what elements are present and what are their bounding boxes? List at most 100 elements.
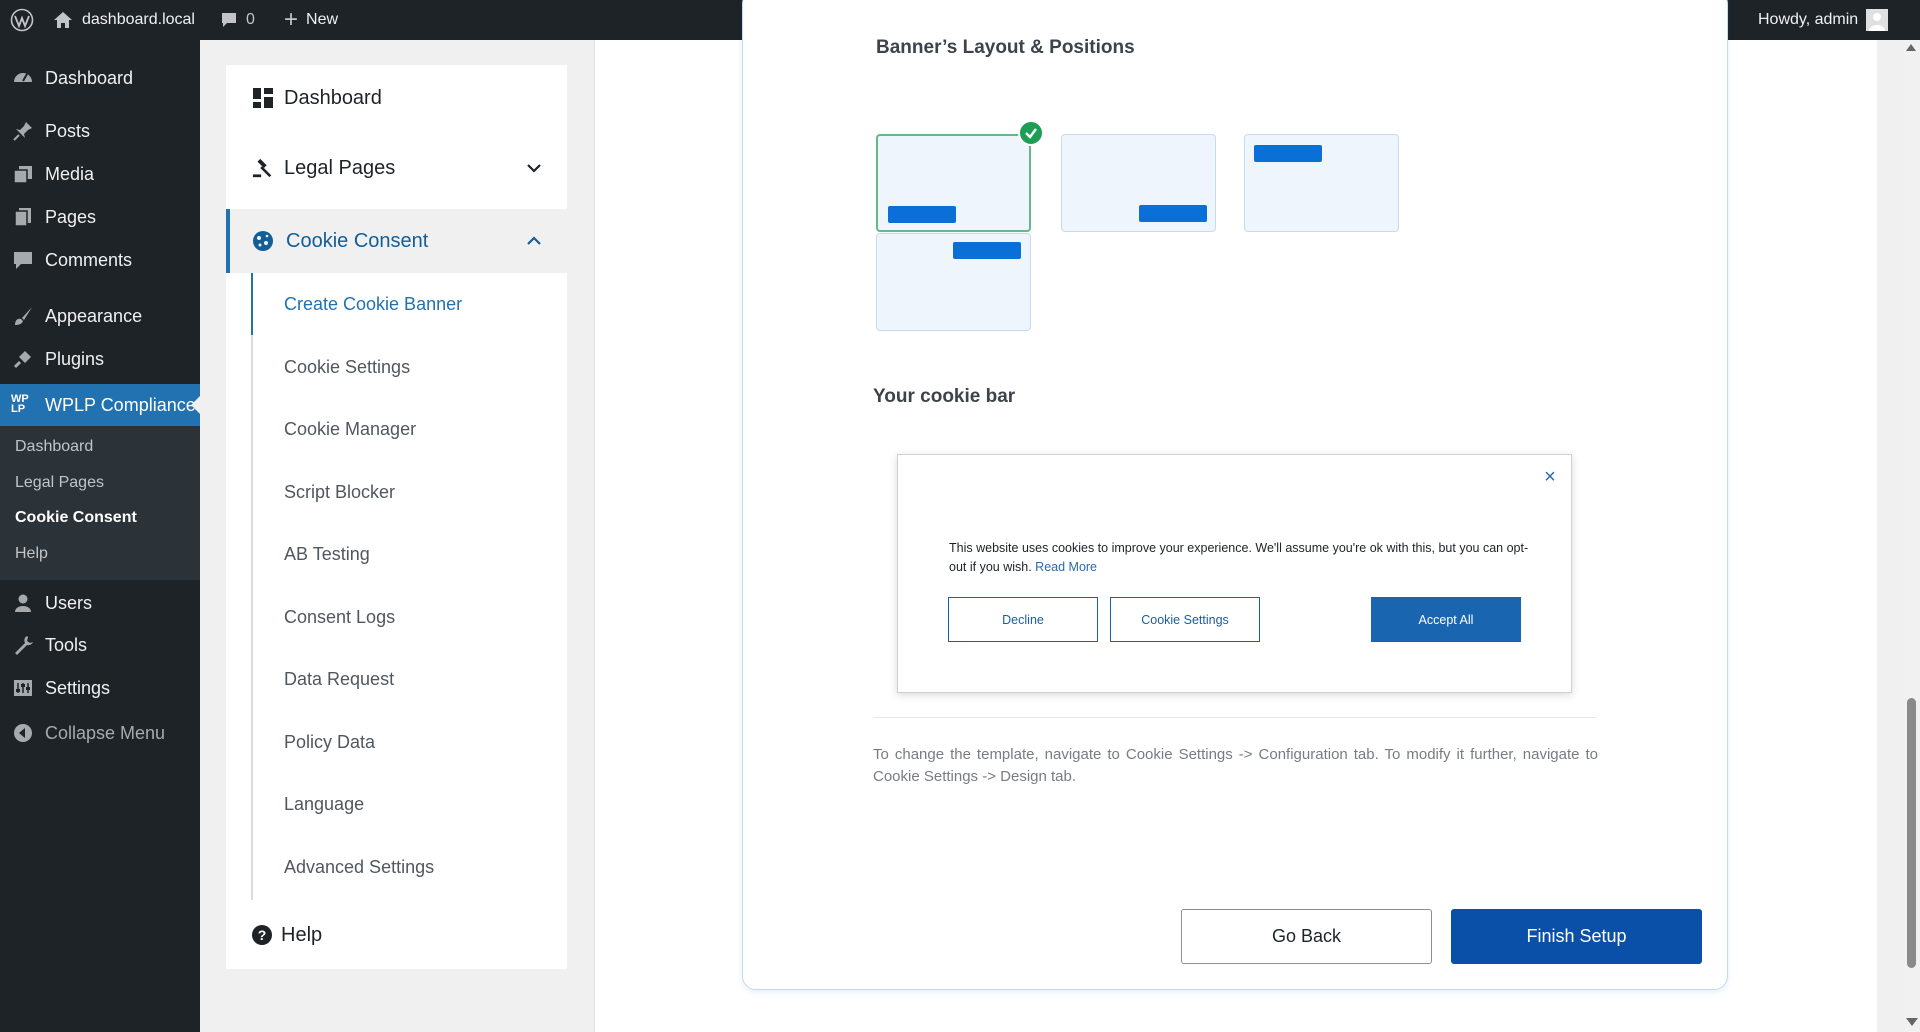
info-text: To change the template, navigate to Cook… xyxy=(873,746,1598,785)
menu-media[interactable]: Media xyxy=(0,157,200,191)
menu-comments[interactable]: Comments xyxy=(0,243,200,277)
menu-appearance[interactable]: Appearance xyxy=(0,299,200,333)
plugin-nav-dashboard[interactable]: Dashboard xyxy=(226,73,567,123)
layout-bar xyxy=(1254,145,1322,162)
plugin-sub-create-cookie-banner[interactable]: Create Cookie Banner xyxy=(284,294,462,315)
submenu-help[interactable]: Help xyxy=(15,545,48,563)
plugin-nav-panel: Dashboard Legal Pages Cookie Consent Cre… xyxy=(226,65,567,969)
layout-bar xyxy=(888,206,956,223)
plugin-nav-label: Legal Pages xyxy=(284,156,396,179)
layout-bar xyxy=(1139,205,1207,222)
plus-icon: + xyxy=(284,6,299,33)
plugin-sub-ab-testing[interactable]: AB Testing xyxy=(284,544,370,565)
plugin-nav-label: Cookie Consent xyxy=(286,229,429,252)
plugin-nav-label: Help xyxy=(281,923,323,946)
layout-option-top-right[interactable] xyxy=(876,233,1031,331)
preview-accept-all-button[interactable]: Accept All xyxy=(1371,597,1521,642)
plugin-nav-help[interactable]: ? Help xyxy=(226,913,567,957)
menu-label: Plugins xyxy=(45,348,105,369)
scroll-up-arrow-icon[interactable] xyxy=(1906,44,1916,51)
section-title: Banner’s Layout & Positions xyxy=(876,37,1135,58)
collapse-menu-button[interactable]: Collapse Menu xyxy=(0,716,200,750)
gavel-icon xyxy=(252,157,274,179)
svg-text:?: ? xyxy=(258,927,267,943)
scrollbar-thumb[interactable] xyxy=(1907,698,1916,968)
new-label: New xyxy=(306,11,339,28)
layout-option-bottom-left[interactable] xyxy=(876,134,1031,232)
dashboard-icon xyxy=(11,66,35,90)
chevron-up-icon[interactable] xyxy=(525,232,543,250)
site-name-link[interactable]: dashboard.local xyxy=(52,0,195,40)
finish-setup-button[interactable]: Finish Setup xyxy=(1451,909,1702,964)
plugin-sub-data-request[interactable]: Data Request xyxy=(284,669,394,690)
menu-settings[interactable]: Settings xyxy=(0,671,200,705)
plugin-sub-cookie-settings[interactable]: Cookie Settings xyxy=(284,357,410,378)
collapse-icon xyxy=(11,721,35,745)
menu-label: WPLP Compliance xyxy=(45,394,196,415)
menu-posts[interactable]: Posts xyxy=(0,114,200,148)
comment-icon xyxy=(222,13,236,27)
plug-icon xyxy=(11,347,35,371)
grid-dashboard-icon xyxy=(252,87,274,109)
menu-label: Collapse Menu xyxy=(45,722,166,743)
menu-wplp-compliance[interactable]: WP LP WPLP Compliance xyxy=(0,384,201,426)
comment-icon xyxy=(11,248,35,272)
settings-icon xyxy=(11,676,35,700)
check-icon xyxy=(1018,120,1044,146)
user-icon xyxy=(11,591,35,615)
help-icon: ? xyxy=(251,924,273,946)
howdy-text: Howdy, admin xyxy=(1758,11,1859,28)
preview-cookie-settings-button[interactable]: Cookie Settings xyxy=(1110,597,1260,642)
submenu-dashboard[interactable]: Dashboard xyxy=(15,438,93,456)
comments-count: 0 xyxy=(246,11,255,28)
submenu-legal-pages[interactable]: Legal Pages xyxy=(15,474,104,492)
menu-pages[interactable]: Pages xyxy=(0,200,200,234)
divider xyxy=(594,40,595,1032)
plugin-sub-cookie-manager[interactable]: Cookie Manager xyxy=(284,419,416,440)
plugin-nav-cookie-consent[interactable]: Cookie Consent xyxy=(226,209,567,273)
preview-decline-button[interactable]: Decline xyxy=(948,597,1098,642)
plugin-nav-label: Dashboard xyxy=(284,86,382,109)
menu-plugins[interactable]: Plugins xyxy=(0,342,200,376)
pages-icon xyxy=(11,205,35,229)
cookie-bar-title: Your cookie bar xyxy=(873,386,1016,407)
wordpress-logo-icon[interactable] xyxy=(10,0,34,40)
menu-dashboard[interactable]: Dashboard xyxy=(0,60,200,96)
menu-label: Posts xyxy=(45,120,91,141)
menu-label: Users xyxy=(45,592,93,613)
menu-label: Media xyxy=(45,163,95,184)
chevron-down-icon[interactable] xyxy=(525,159,543,177)
submenu-cookie-consent[interactable]: Cookie Consent xyxy=(15,509,137,527)
comments-link[interactable]: 0 xyxy=(220,0,255,40)
menu-label: Appearance xyxy=(45,305,143,326)
layout-option-bottom-right[interactable] xyxy=(1061,134,1216,232)
go-back-button[interactable]: Go Back xyxy=(1181,909,1432,964)
plugin-sub-policy-data[interactable]: Policy Data xyxy=(284,732,375,753)
plugin-nav-legal-pages[interactable]: Legal Pages xyxy=(226,143,567,193)
menu-label: Dashboard xyxy=(45,67,134,88)
submenu-line xyxy=(251,273,253,900)
menu-users[interactable]: Users xyxy=(0,586,200,620)
plugin-sub-language[interactable]: Language xyxy=(284,794,364,815)
pin-icon xyxy=(11,119,35,143)
plugin-sub-consent-logs[interactable]: Consent Logs xyxy=(284,607,395,628)
plugin-sub-advanced-settings[interactable]: Advanced Settings xyxy=(284,857,434,878)
wplp-submenu: Dashboard Legal Pages Cookie Consent Hel… xyxy=(0,426,200,580)
submenu-active-indicator xyxy=(251,273,253,335)
plugin-sub-script-blocker[interactable]: Script Blocker xyxy=(284,482,395,503)
layout-bar xyxy=(953,242,1021,259)
current-menu-arrow xyxy=(191,395,201,415)
menu-label: Tools xyxy=(45,634,88,655)
menu-tools[interactable]: Tools xyxy=(0,628,200,662)
site-name: dashboard.local xyxy=(82,11,195,28)
wplp-logo-icon: WP LP xyxy=(11,393,29,415)
divider xyxy=(873,717,1596,718)
read-more-link[interactable]: Read More xyxy=(1035,560,1097,574)
scroll-down-arrow-icon[interactable] xyxy=(1906,1018,1918,1026)
my-account-link[interactable]: Howdy, admin xyxy=(1758,0,1889,40)
close-icon[interactable]: × xyxy=(1540,467,1560,487)
preview-message: This website uses cookies to improve you… xyxy=(949,539,1539,577)
layout-option-top-left[interactable] xyxy=(1244,134,1399,232)
media-icon xyxy=(11,162,35,186)
new-content-link[interactable]: + New xyxy=(284,0,338,40)
